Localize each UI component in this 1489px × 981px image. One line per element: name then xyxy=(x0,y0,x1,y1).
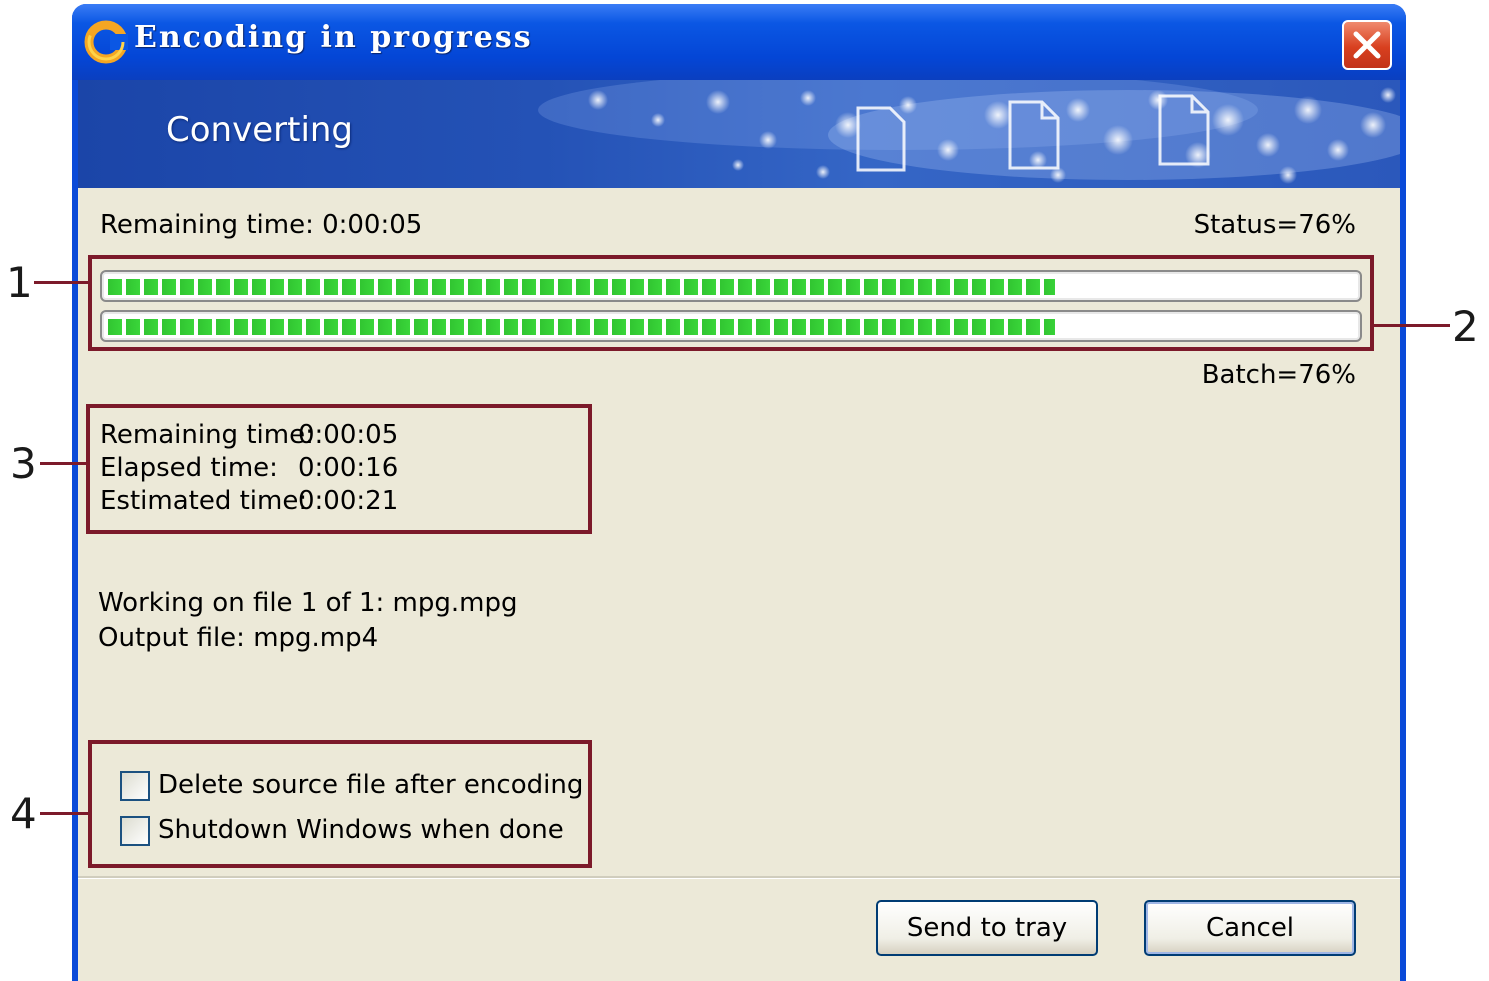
cancel-button[interactable]: Cancel xyxy=(1144,900,1356,956)
window-title: Encoding in progress xyxy=(134,20,533,55)
status-percent-label: Status=76% xyxy=(1193,210,1356,240)
batch-percent-label: Batch=76% xyxy=(1201,360,1356,390)
header-banner: Converting xyxy=(78,80,1400,188)
close-button[interactable] xyxy=(1342,20,1392,70)
annotation-number-2: 2 xyxy=(1452,302,1479,351)
annotation-number-4: 4 xyxy=(10,789,37,838)
annotation-leader-4 xyxy=(40,812,90,815)
annotation-leader-2 xyxy=(1374,324,1450,327)
annotation-number-3: 3 xyxy=(10,439,37,488)
title-bar[interactable]: Encoding in progress xyxy=(72,4,1406,80)
annotation-leader-1 xyxy=(34,281,90,284)
annotation-box-3 xyxy=(86,404,592,534)
send-to-tray-button[interactable]: Send to tray xyxy=(876,900,1098,956)
remaining-time-label: Remaining time: 0:00:05 xyxy=(100,210,423,240)
output-file-label: Output file: mpg.mp4 xyxy=(98,623,379,653)
app-logo-icon xyxy=(84,20,128,64)
button-separator xyxy=(78,876,1400,879)
close-icon xyxy=(1353,31,1381,59)
annotation-box-4 xyxy=(88,740,592,868)
annotation-box-1-2 xyxy=(88,255,1374,351)
annotation-leader-3 xyxy=(40,462,88,465)
working-file-label: Working on file 1 of 1: mpg.mpg xyxy=(98,588,518,618)
banner-title: Converting xyxy=(166,110,354,150)
annotation-number-1: 1 xyxy=(6,258,33,307)
